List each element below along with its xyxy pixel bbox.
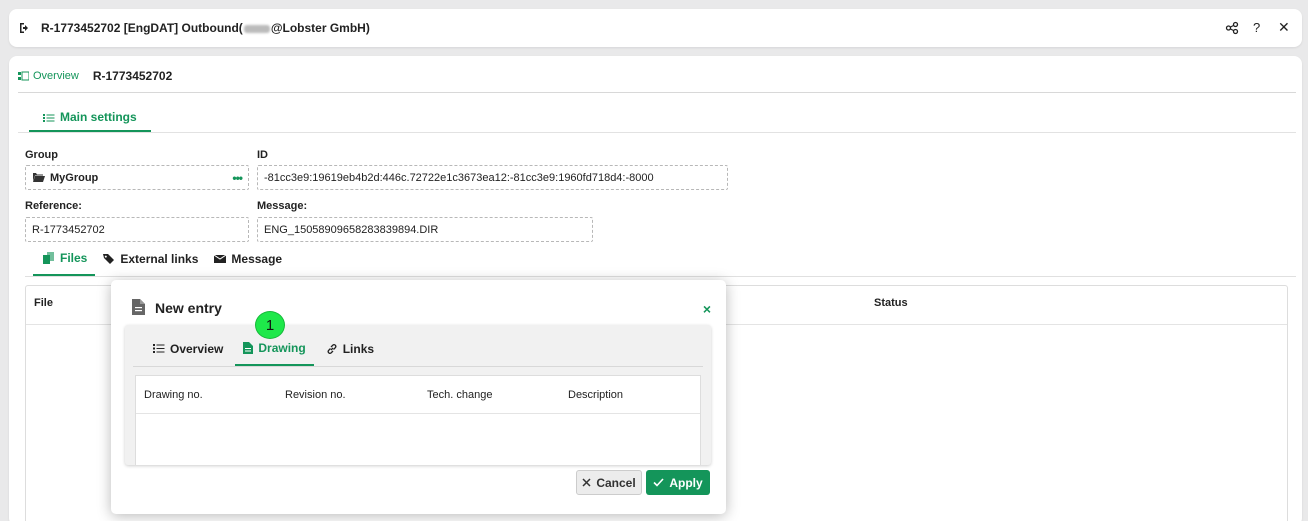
id-value: -81cc3e9:19619eb4b2d:446c.72722e1c3673ea… — [264, 171, 654, 184]
reference-label: Reference: — [25, 200, 82, 212]
exit-icon[interactable] — [19, 22, 31, 34]
dialog-tab-drawing-label: Drawing — [258, 340, 306, 355]
share-icon[interactable] — [1225, 21, 1239, 35]
drawing-icon — [243, 341, 254, 354]
message-field[interactable]: ENG_15058909658283839894.DIR — [257, 217, 593, 242]
drawing-grid: Drawing no. Revision no. Tech. change De… — [135, 375, 701, 465]
files-icon — [43, 251, 55, 264]
message-label: Message: — [257, 200, 308, 212]
folder-icon — [32, 172, 45, 183]
grid-header-divider — [136, 413, 700, 414]
step-marker: 1 — [255, 311, 285, 339]
dialog-tab-bar: Overview Drawing Links — [141, 339, 386, 366]
tab-main-settings[interactable]: Main settings — [29, 102, 151, 132]
dialog-content: Overview Drawing Links Drawing no. Revis… — [125, 325, 711, 465]
divider — [25, 276, 1296, 277]
tab-main-settings-label: Main settings — [60, 110, 137, 124]
col-file-header[interactable]: File — [34, 297, 53, 309]
apply-button-label: Apply — [669, 475, 703, 490]
col-status-header[interactable]: Status — [874, 297, 908, 309]
tab-files[interactable]: Files — [33, 249, 96, 276]
dialog-tab-overview[interactable]: Overview — [141, 339, 235, 366]
envelope-icon — [214, 254, 227, 264]
divider — [18, 132, 1296, 133]
group-value: MyGroup — [50, 171, 99, 184]
close-icon — [582, 478, 591, 487]
col-description-header[interactable]: Description — [568, 389, 623, 401]
col-tech-change-header[interactable]: Tech. change — [427, 389, 492, 401]
id-field[interactable]: -81cc3e9:19619eb4b2d:446c.72722e1c3673ea… — [257, 165, 728, 190]
apply-button[interactable]: Apply — [646, 470, 710, 495]
dialog-tab-drawing[interactable]: Drawing — [235, 339, 314, 366]
tab-message-label: Message — [231, 251, 283, 266]
breadcrumb-overview-link[interactable]: Overview — [33, 70, 79, 82]
more-icon[interactable]: ••• — [232, 171, 243, 185]
reference-field[interactable]: R-1773452702 — [25, 217, 249, 242]
dialog-close-icon[interactable]: × — [703, 301, 711, 317]
tab-files-label: Files — [60, 250, 88, 265]
new-entry-dialog: New entry × Overview Drawing Links Drawi… — [111, 280, 726, 514]
col-revision-no-header[interactable]: Revision no. — [285, 389, 346, 401]
tab-external-links-label: External links — [120, 251, 199, 266]
group-label: Group — [25, 149, 58, 161]
list-icon — [43, 110, 55, 130]
overview-icon — [18, 71, 29, 82]
dialog-tab-overview-label: Overview — [170, 341, 224, 356]
window-title: R-1773452702 [EngDAT] Outbound(@Lobster … — [41, 21, 370, 35]
dialog-title: New entry — [155, 300, 222, 316]
group-field[interactable]: MyGroup ••• — [25, 165, 249, 190]
col-drawing-no-header[interactable]: Drawing no. — [144, 389, 203, 401]
dialog-tab-links-label: Links — [342, 341, 375, 356]
cancel-button-label: Cancel — [596, 475, 636, 490]
close-icon[interactable]: ✕ — [1278, 19, 1292, 35]
cancel-button[interactable]: Cancel — [576, 470, 642, 495]
breadcrumb: Overview R-1773452702 — [18, 69, 172, 83]
id-label: ID — [257, 149, 268, 161]
tags-icon — [103, 253, 115, 265]
breadcrumb-current: R-1773452702 — [92, 69, 173, 83]
help-icon[interactable]: ? — [1253, 20, 1267, 35]
tab-external-links[interactable]: External links — [95, 249, 206, 276]
divider — [18, 92, 1296, 93]
window-titlebar: R-1773452702 [EngDAT] Outbound(@Lobster … — [9, 9, 1302, 47]
subtab-bar: Files External links Message — [33, 249, 290, 276]
message-value: ENG_15058909658283839894.DIR — [264, 223, 439, 236]
link-icon — [326, 343, 338, 355]
check-icon — [653, 478, 664, 487]
reference-value: R-1773452702 — [32, 223, 105, 236]
list-icon — [153, 343, 165, 354]
document-icon — [132, 299, 145, 315]
divider — [133, 366, 703, 367]
redacted-text — [243, 24, 270, 33]
tab-message[interactable]: Message — [206, 249, 290, 276]
dialog-tab-links[interactable]: Links — [314, 339, 386, 366]
